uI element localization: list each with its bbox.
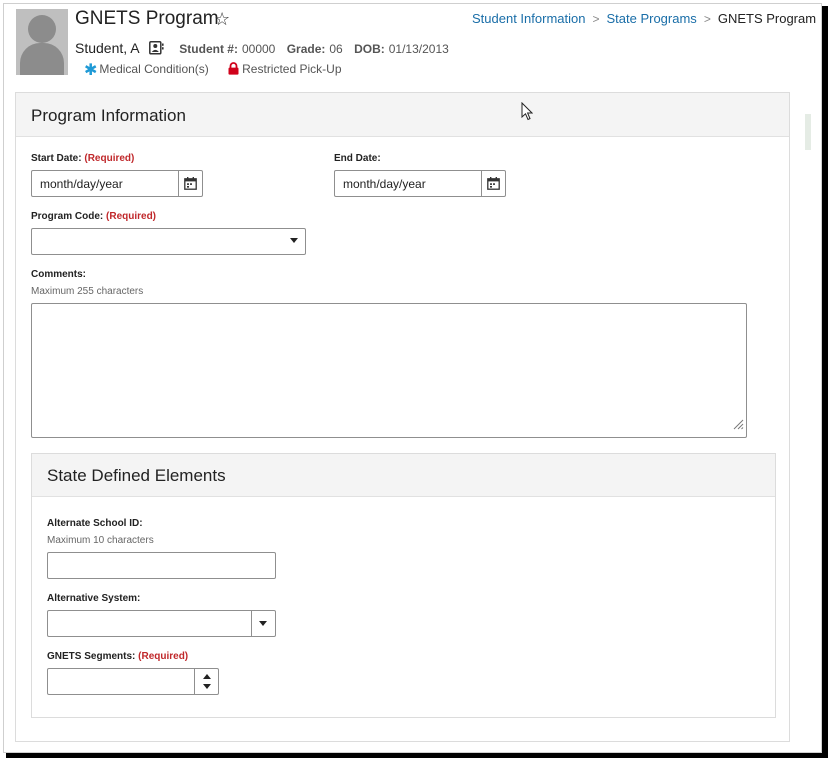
program-information-panel: Program Information Start Date: (Require… [15,92,790,742]
state-defined-elements-panel: State Defined Elements Alternate School … [31,453,776,718]
comments-hint: Maximum 255 characters [31,286,144,297]
chevron-right-icon: > [703,12,711,26]
program-code-label: Program Code: (Required) [31,211,157,222]
alternative-system-select[interactable] [47,610,276,637]
alternative-system-label: Alternative System: [47,593,141,604]
student-number-label: Student #: [179,42,238,56]
window-shadow [822,6,828,758]
restricted-pickup-flag[interactable]: Restricted Pick-Up [242,62,341,76]
gnets-segments-label: GNETS Segments: (Required) [47,651,189,662]
calendar-icon[interactable] [481,171,505,196]
student-avatar [16,9,68,75]
lock-icon [228,62,239,78]
medical-asterisk-icon: ✱ [84,62,98,79]
program-code-select[interactable] [31,228,306,255]
number-stepper[interactable] [194,669,218,694]
window-shadow [6,753,828,758]
dob-value: 01/13/2013 [388,42,449,56]
breadcrumb-state-programs[interactable]: State Programs [606,11,696,26]
alternate-school-id-input[interactable] [47,552,276,579]
mouse-cursor-icon [521,101,534,126]
alternate-school-id-hint: Maximum 10 characters [47,535,154,546]
grade-value: 06 [329,42,343,56]
start-date-label: Start Date: (Required) [31,153,135,164]
end-date-placeholder: month/day/year [343,177,426,191]
resize-handle-icon[interactable] [733,417,744,435]
student-flags: ✱ Medical Condition(s) Restricted Pick-Up [84,60,342,80]
chevron-right-icon: > [592,12,600,26]
page-title: GNETS Program [75,8,219,29]
student-number: 00000 [241,42,276,56]
end-date-input[interactable]: month/day/year [334,170,506,197]
gnets-segments-input[interactable] [47,668,219,695]
medical-condition-flag[interactable]: Medical Condition(s) [99,62,208,76]
stepper-down-icon[interactable] [203,684,211,689]
side-scroll-indicator [805,114,811,150]
alternate-school-id-label: Alternate School ID: [47,518,143,529]
state-defined-elements-title: State Defined Elements [32,454,775,497]
start-date-input[interactable]: month/day/year [31,170,203,197]
favorite-star-icon[interactable]: ☆ [214,9,230,30]
start-date-placeholder: month/day/year [40,177,123,191]
app-frame: GNETS Program ☆ Student Information > Stat… [3,3,822,753]
grade-label: Grade: [286,42,326,56]
comments-textarea[interactable] [31,303,747,438]
breadcrumb: Student Information > State Programs > GNETS… [472,11,816,26]
stepper-up-icon[interactable] [203,674,211,679]
student-name: Student, A [75,40,140,56]
caret-down-icon [290,238,298,243]
program-information-title: Program Information [16,93,789,137]
comments-label: Comments: [31,269,87,280]
breadcrumb-student-information[interactable]: Student Information [472,11,585,26]
calendar-icon[interactable] [178,171,202,196]
contact-card-icon[interactable] [149,41,164,58]
student-summary: Student, A Student #: 00000 Grade: 06 DOB:… [75,40,457,58]
caret-down-icon [259,621,267,626]
breadcrumb-current: GNETS Program [717,11,817,26]
end-date-label: End Date: [334,153,381,164]
dob-label: DOB: [354,42,385,56]
